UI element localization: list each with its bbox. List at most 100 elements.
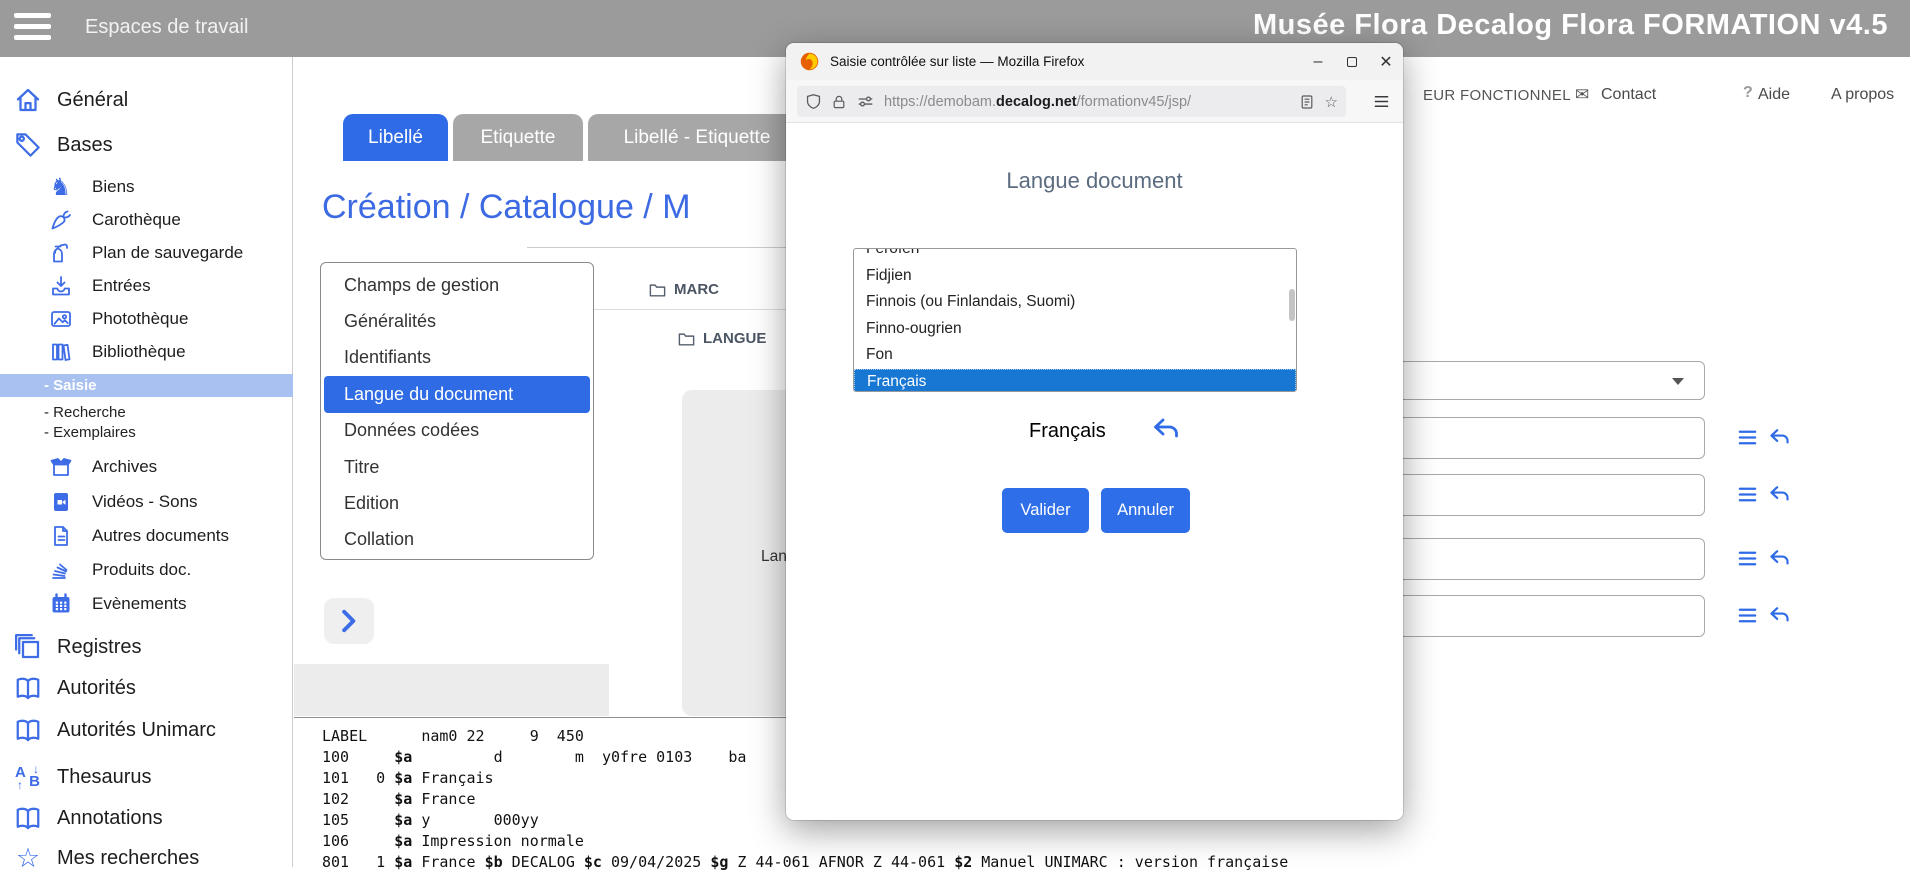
undo-icon[interactable] — [1768, 604, 1791, 632]
validate-button[interactable]: Valider — [1002, 488, 1089, 533]
option-fran-ais[interactable]: Français — [854, 369, 1296, 393]
sidebar-item-label: Thesaurus — [57, 766, 152, 789]
marc-input-field-3[interactable] — [1358, 538, 1705, 580]
sidebar-item-saisie[interactable]: - Saisie — [0, 374, 293, 397]
popup-content: Langue document FéroïenFidjienFinnois (o… — [786, 123, 1403, 820]
group-item-donn-es-cod-es[interactable]: Données codées — [324, 413, 590, 449]
sidebar-item-g-n-ral[interactable]: Général — [0, 83, 293, 117]
lock-icon[interactable] — [831, 94, 847, 110]
sidebar-item-biblioth-que[interactable]: Bibliothèque — [0, 338, 293, 366]
close-button[interactable]: ✕ — [1369, 43, 1403, 80]
url-bar[interactable]: https://demobam.decalog.net/formationv45… — [797, 86, 1346, 117]
folder-icon — [648, 280, 667, 299]
shield-icon[interactable] — [805, 93, 822, 110]
sidebar-item-vid-os-sons[interactable]: Vidéos - Sons — [0, 488, 293, 516]
undo-icon[interactable] — [1151, 416, 1181, 448]
tab-etiquette[interactable]: Etiquette — [453, 114, 583, 161]
sidebar-item-thesaurus[interactable]: AB↓↑Thesaurus — [0, 760, 293, 794]
minimize-button[interactable]: – — [1301, 43, 1335, 80]
hamburger-menu-icon[interactable] — [14, 13, 54, 44]
group-item-g-n-ralit-s[interactable]: Généralités — [324, 303, 590, 339]
url-text[interactable]: https://demobam.decalog.net/formationv45… — [884, 94, 1191, 110]
sidebar-item-autorit-s[interactable]: Autorités — [0, 671, 293, 705]
book-icon — [12, 802, 44, 834]
group-item-titre[interactable]: Titre — [324, 449, 590, 485]
sidebar-item-bases[interactable]: Bases — [0, 128, 293, 162]
popup-urlbar: https://demobam.decalog.net/formationv45… — [786, 80, 1403, 123]
knight-icon: ♞ — [48, 175, 73, 200]
bookmark-star-icon[interactable]: ☆ — [1325, 93, 1338, 111]
book-icon — [12, 672, 44, 704]
group-item-edition[interactable]: Edition — [324, 485, 590, 521]
marc-root-node[interactable]: MARC — [648, 280, 719, 299]
sidebar-item-registres[interactable]: Registres — [0, 630, 293, 664]
sidebar-item-label: Mes recherches — [57, 847, 199, 870]
language-dropdown[interactable] — [1358, 361, 1705, 400]
help-link[interactable]: Aide — [1758, 86, 1790, 104]
about-link[interactable]: A propos — [1831, 86, 1894, 104]
sidebar-item-autres-documents[interactable]: Autres documents — [0, 522, 293, 550]
marc-langue-node[interactable]: LANGUE — [677, 329, 766, 348]
sidebar-item-label: - Exemplaires — [44, 424, 136, 441]
popup-titlebar: Saisie contrôlée sur liste — Mozilla Fir… — [786, 43, 1403, 80]
tab-libell-[interactable]: Libellé — [343, 114, 448, 161]
marc-langue-label: LANGUE — [703, 330, 766, 347]
marc-input-field-4[interactable] — [1358, 595, 1705, 637]
sidebar-item-phototh-que[interactable]: Photothèque — [0, 305, 293, 333]
sidebar-item-label: Biens — [92, 177, 135, 197]
marc-input-field-2[interactable] — [1358, 474, 1705, 516]
listbox-scrollbar[interactable] — [1289, 289, 1295, 321]
sidebar-item-plan-de-sauvegarde[interactable]: Plan de sauvegarde — [0, 239, 293, 267]
undo-icon[interactable] — [1768, 547, 1791, 575]
list-picker-icon[interactable] — [1736, 547, 1759, 575]
group-item-identifiants[interactable]: Identifiants — [324, 340, 590, 376]
option-f-ro-en[interactable]: Féroïen — [854, 248, 1296, 263]
selected-value: Français — [1029, 420, 1106, 443]
sidebar-item-label: Plan de sauvegarde — [92, 243, 243, 263]
popup-window: Saisie contrôlée sur liste — Mozilla Fir… — [786, 43, 1403, 820]
sidebar-item-label: Autres documents — [92, 526, 229, 546]
sidebar-item-exemplaires[interactable]: - Exemplaires — [0, 421, 293, 444]
chevron-down-icon — [1672, 378, 1684, 385]
sidebar-item-caroth-que[interactable]: Carothèque — [0, 206, 293, 234]
list-picker-icon[interactable] — [1736, 483, 1759, 511]
group-item-champs-de-gestion[interactable]: Champs de gestion — [324, 267, 590, 303]
tab-libell-etiquette[interactable]: Libellé - Etiquette — [588, 114, 806, 161]
option-finnois-ou-finlandais-suomi-[interactable]: Finnois (ou Finlandais, Suomi) — [854, 289, 1296, 316]
star-icon: ☆ — [12, 842, 44, 874]
option-finno-ougrien[interactable]: Finno-ougrien — [854, 316, 1296, 343]
group-item-langue-du-document[interactable]: Langue du document — [324, 376, 590, 412]
ext-icon — [48, 241, 73, 266]
sidebar-item-label: Bases — [57, 134, 113, 157]
browser-menu-icon[interactable] — [1372, 92, 1391, 116]
sidebar-item-mes-recherches[interactable]: ☆ Mes recherches — [0, 841, 293, 875]
reader-mode-icon[interactable] — [1299, 94, 1315, 110]
sidebar-item-produits-doc-[interactable]: Produits doc. — [0, 556, 293, 584]
undo-icon[interactable] — [1768, 483, 1791, 511]
workspaces-label[interactable]: Espaces de travail — [85, 16, 248, 39]
user-role-label: EUR FONCTIONNEL — [1423, 87, 1571, 104]
sidebar-item-ev-nements[interactable]: Evènements — [0, 590, 293, 618]
sidebar-item-label: Evènements — [92, 594, 187, 614]
option-fidjien[interactable]: Fidjien — [854, 263, 1296, 290]
option-fon[interactable]: Fon — [854, 342, 1296, 369]
folder-icon — [677, 329, 696, 348]
sidebar-item-entr-es[interactable]: Entrées — [0, 272, 293, 300]
sidebar-item-biens[interactable]: ♞ Biens — [0, 173, 293, 201]
marc-input-field-1[interactable] — [1358, 417, 1705, 459]
sidebar-item-annotations[interactable]: Annotations — [0, 801, 293, 835]
permissions-icon[interactable] — [856, 93, 875, 110]
maximize-button[interactable] — [1335, 43, 1369, 80]
sidebar-item-autorit-s-unimarc[interactable]: Autorités Unimarc — [0, 713, 293, 747]
list-picker-icon[interactable] — [1736, 426, 1759, 454]
undo-icon[interactable] — [1768, 426, 1791, 454]
cancel-button[interactable]: Annuler — [1101, 488, 1190, 533]
list-picker-icon[interactable] — [1736, 604, 1759, 632]
inbox-icon — [48, 274, 73, 299]
sidebar-item-archives[interactable]: Archives — [0, 453, 293, 481]
app-title: Musée Flora Decalog Flora FORMATION v4.5 — [1253, 9, 1888, 42]
contact-link[interactable]: Contact — [1601, 86, 1656, 104]
group-item-collation[interactable]: Collation — [324, 522, 590, 558]
sidebar-item-label: - Recherche — [44, 404, 126, 421]
next-button[interactable] — [324, 598, 374, 644]
